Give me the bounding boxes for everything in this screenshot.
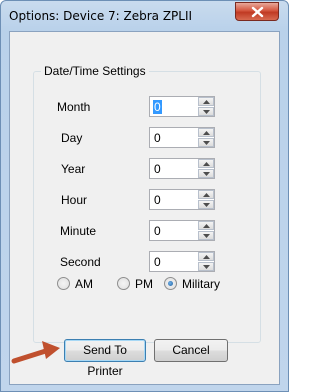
year-down-button[interactable] bbox=[198, 169, 214, 178]
spin-up-icon bbox=[203, 100, 210, 104]
month-spinner[interactable]: 0 bbox=[149, 96, 215, 117]
window-title: Options: Device 7: Zebra ZPLII bbox=[9, 9, 193, 23]
cancel-button[interactable]: Cancel bbox=[154, 339, 228, 362]
spin-up-icon bbox=[203, 162, 210, 166]
hour-down-button[interactable] bbox=[198, 200, 214, 209]
radio-military-label[interactable]: Military bbox=[182, 277, 220, 291]
minute-down-button[interactable] bbox=[198, 231, 214, 240]
spin-down-icon bbox=[203, 203, 210, 207]
spin-down-icon bbox=[203, 265, 210, 269]
month-label: Month bbox=[57, 100, 91, 114]
radio-pm-circle[interactable] bbox=[117, 277, 130, 290]
hour-label: Hour bbox=[61, 193, 88, 207]
day-label: Day bbox=[61, 131, 83, 145]
minute-input[interactable]: 0 bbox=[154, 224, 161, 238]
minute-up-button[interactable] bbox=[198, 221, 214, 230]
dialog-window: Options: Device 7: Zebra ZPLII Date/Time… bbox=[0, 0, 289, 392]
spin-down-icon bbox=[203, 234, 210, 238]
year-input[interactable]: 0 bbox=[154, 162, 161, 176]
month-input[interactable]: 0 bbox=[153, 100, 162, 114]
year-spinner[interactable]: 0 bbox=[149, 158, 215, 179]
spin-down-icon bbox=[203, 141, 210, 145]
minute-spinner[interactable]: 0 bbox=[149, 220, 215, 241]
radio-military-circle[interactable] bbox=[164, 277, 177, 290]
second-down-button[interactable] bbox=[198, 262, 214, 271]
dialog-client-area: Date/Time Settings Month 0 Day 0 Year 0 … bbox=[9, 31, 280, 385]
hour-spinner[interactable]: 0 bbox=[149, 189, 215, 210]
second-up-button[interactable] bbox=[198, 252, 214, 261]
spin-down-icon bbox=[203, 172, 210, 176]
second-label: Second bbox=[60, 255, 101, 269]
second-input[interactable]: 0 bbox=[154, 255, 161, 269]
radio-am-label[interactable]: AM bbox=[75, 277, 93, 291]
year-up-button[interactable] bbox=[198, 159, 214, 168]
spin-up-icon bbox=[203, 224, 210, 228]
day-spinner[interactable]: 0 bbox=[149, 127, 215, 148]
hour-input[interactable]: 0 bbox=[154, 193, 161, 207]
radio-selected-dot bbox=[168, 281, 173, 286]
radio-am-circle[interactable] bbox=[57, 277, 70, 290]
send-to-printer-button[interactable]: Send To Printer bbox=[64, 339, 146, 378]
group-label: Date/Time Settings bbox=[41, 64, 149, 78]
hour-up-button[interactable] bbox=[198, 190, 214, 199]
day-down-button[interactable] bbox=[198, 138, 214, 147]
spin-up-icon bbox=[203, 255, 210, 259]
day-input[interactable]: 0 bbox=[154, 131, 161, 145]
close-button[interactable] bbox=[235, 2, 279, 21]
title-bar[interactable]: Options: Device 7: Zebra ZPLII bbox=[1, 1, 288, 31]
second-spinner[interactable]: 0 bbox=[149, 251, 215, 272]
radio-pm-label[interactable]: PM bbox=[135, 277, 153, 291]
close-icon bbox=[251, 6, 264, 18]
month-down-button[interactable] bbox=[198, 107, 214, 116]
arrow-annotation-icon bbox=[11, 341, 60, 364]
day-up-button[interactable] bbox=[198, 128, 214, 137]
spin-down-icon bbox=[203, 110, 210, 114]
date-time-group: Date/Time Settings Month 0 Day 0 Year 0 … bbox=[33, 64, 261, 343]
minute-label: Minute bbox=[60, 224, 97, 238]
spin-up-icon bbox=[203, 193, 210, 197]
spin-up-icon bbox=[203, 131, 210, 135]
year-label: Year bbox=[61, 162, 86, 176]
month-up-button[interactable] bbox=[198, 97, 214, 106]
